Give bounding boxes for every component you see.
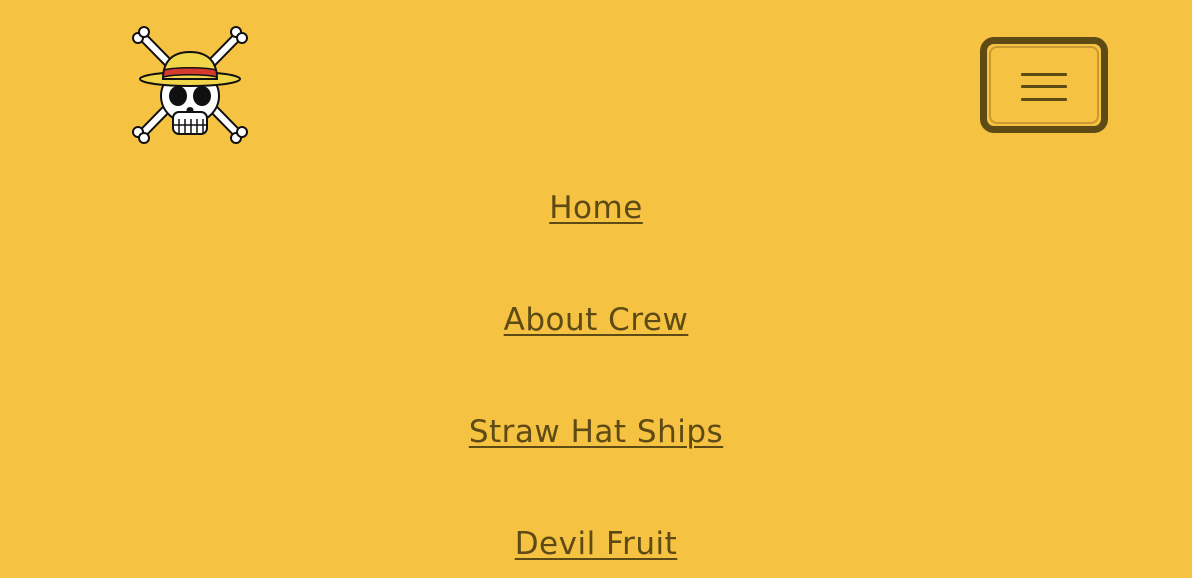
logo-link[interactable] (130, 24, 250, 146)
nav-item-about-crew: About Crew (0, 290, 1192, 350)
nav-link-devil-fruit[interactable]: Devil Fruit (515, 514, 678, 574)
hamburger-line (1021, 98, 1067, 101)
nav-link-straw-hat-ships[interactable]: Straw Hat Ships (469, 402, 723, 462)
menu-toggle-button[interactable] (980, 37, 1108, 133)
hamburger-line (1021, 85, 1067, 88)
straw-hat-jolly-roger-icon (132, 26, 248, 144)
nav-item-devil-fruit: Devil Fruit (0, 514, 1192, 574)
nav-link-about-crew[interactable]: About Crew (504, 290, 689, 350)
hamburger-icon (1021, 67, 1067, 103)
hamburger-line (1021, 73, 1067, 76)
nav-item-straw-hat-ships: Straw Hat Ships (0, 402, 1192, 462)
nav-item-home: Home (0, 178, 1192, 238)
site-header (0, 0, 1192, 160)
nav-link-home[interactable]: Home (549, 178, 643, 238)
